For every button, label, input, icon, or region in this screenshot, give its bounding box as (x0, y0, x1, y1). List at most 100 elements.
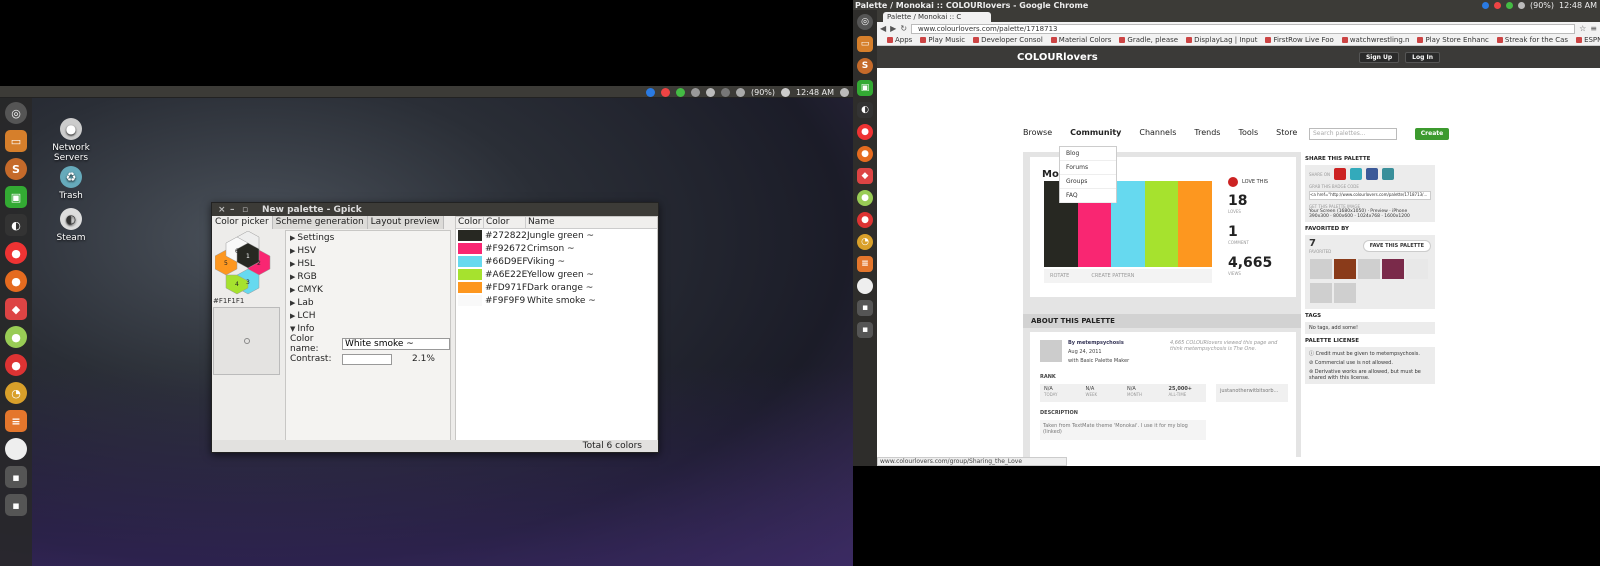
avatar[interactable] (1310, 259, 1332, 279)
stat-comments[interactable]: 1 COMMENT (1228, 224, 1288, 245)
palette-row[interactable]: #FD971F Dark orange ~ (456, 281, 657, 294)
files-icon[interactable]: ▭ (857, 36, 873, 52)
menu-item-blog[interactable]: Blog (1060, 147, 1116, 161)
site-logo[interactable]: COLOURlovers (1017, 52, 1098, 63)
android-icon[interactable]: ▣ (857, 80, 873, 96)
battery-percent[interactable]: (90%) (751, 88, 775, 97)
files-icon[interactable]: ▭ (5, 130, 27, 152)
clock-app-icon[interactable] (857, 278, 873, 294)
address-bar[interactable]: www.colourlovers.com/palette/1718713 (911, 23, 1576, 34)
tree-item-cmyk[interactable]: ▶ CMYK (290, 284, 323, 296)
chrome-icon[interactable]: ● (857, 124, 873, 140)
network-icon[interactable] (645, 87, 655, 97)
tree-item-lch[interactable]: ▶ LCH (290, 310, 315, 322)
nav-community[interactable]: Community (1070, 128, 1121, 137)
browser-tab[interactable]: Palette / Monokai :: C (883, 12, 991, 22)
avatar[interactable] (1040, 340, 1062, 362)
create-pattern-button[interactable]: CREATE PATTERN (1091, 273, 1134, 279)
nav-trends[interactable]: Trends (1194, 128, 1220, 137)
reload-icon[interactable]: ↻ (900, 24, 907, 33)
dash-icon[interactable]: ◎ (857, 14, 873, 30)
keyboard-icon[interactable] (720, 87, 730, 97)
login-button[interactable]: Log In (1405, 51, 1440, 63)
menu-item-forums[interactable]: Forums (1060, 161, 1116, 175)
bookmark-item[interactable]: Play Store Enhanc (1417, 36, 1489, 44)
firefox-icon[interactable]: ● (857, 146, 873, 162)
app-icon[interactable]: ◆ (857, 168, 873, 184)
stumbleupon-icon[interactable] (1382, 168, 1395, 180)
fave-button[interactable]: FAVE THIS PALETTE (1362, 240, 1431, 252)
menu-item-groups[interactable]: Groups (1060, 175, 1116, 189)
clock[interactable]: 12:48 AM (796, 88, 834, 97)
bookmark-item[interactable]: Material Colors (1050, 36, 1111, 44)
hangouts-icon[interactable] (1505, 1, 1513, 9)
bookmark-item[interactable]: Streak for the Cas (1496, 36, 1568, 44)
tab-color-picker[interactable]: Color picker (212, 216, 273, 229)
volume-icon[interactable] (781, 87, 791, 97)
menu-item-faq[interactable]: FAQ (1060, 189, 1116, 203)
battery-percent[interactable]: (90%) (1530, 1, 1554, 10)
palette-swatch[interactable] (1144, 181, 1179, 267)
signup-button[interactable]: Sign Up (1358, 51, 1400, 63)
chrome-icon[interactable] (660, 87, 670, 97)
chrome-icon[interactable] (1493, 1, 1501, 9)
bookmark-item[interactable]: Play Music (920, 36, 965, 44)
hangouts-icon[interactable] (675, 87, 685, 97)
steam-icon[interactable]: ◐ (5, 214, 27, 236)
palette-row[interactable]: #66D9EF Viking ~ (456, 255, 657, 268)
desktop-icon-trash[interactable]: ♻ Trash (41, 166, 101, 201)
window-titlebar[interactable]: × – ▫ New palette - Gpick (212, 203, 658, 216)
back-icon[interactable]: ◀ (880, 24, 886, 33)
search-input[interactable]: Search palettes... (1309, 128, 1397, 140)
avatar[interactable] (1382, 259, 1404, 279)
gear-icon[interactable] (840, 87, 849, 97)
clock-app-icon[interactable] (5, 438, 27, 460)
dash-icon[interactable]: ◎ (5, 102, 27, 124)
window-titlebar[interactable]: Palette / Monokai :: COLOURlovers - Goog… (853, 0, 1600, 10)
bookmark-item[interactable]: DisplayLag | Input (1186, 36, 1257, 44)
tab-layout-preview[interactable]: Layout preview (367, 216, 444, 229)
bookmark-item[interactable]: Developer Consol (973, 36, 1043, 44)
tab-scheme-generation[interactable]: Scheme generation (272, 216, 368, 229)
avatar[interactable] (1310, 283, 1332, 303)
create-button[interactable]: Create (1415, 128, 1449, 140)
android-icon[interactable]: ▣ (5, 186, 27, 208)
nav-tools[interactable]: Tools (1238, 128, 1258, 137)
badge-code-input[interactable]: <a href="http://www.colourlovers.com/pal… (1309, 191, 1431, 200)
nav-browse[interactable]: Browse (1023, 128, 1052, 137)
palette-row[interactable]: #A6E22E Yellow green ~ (456, 268, 657, 281)
palette-row[interactable]: #272822 Jungle green ~ (456, 229, 657, 242)
sublime-icon[interactable]: S (857, 58, 873, 74)
sublime-icon[interactable]: S (5, 158, 27, 180)
palette-row[interactable]: #F9F9F9 White smoke ~ (456, 294, 657, 307)
bell-icon[interactable] (690, 87, 700, 97)
chromium-icon[interactable]: ● (5, 326, 27, 348)
chrome-icon[interactable]: ● (5, 242, 27, 264)
clock[interactable]: 12:48 AM (1559, 1, 1597, 10)
rotate-button[interactable]: ROTATE (1050, 273, 1069, 279)
drive-icon[interactable]: ▪ (5, 466, 27, 488)
stack-icon[interactable]: ≡ (5, 410, 27, 432)
love-button[interactable]: LOVE THIS (1228, 177, 1288, 187)
app-icon[interactable]: ◔ (857, 234, 873, 250)
tree-item-hsl[interactable]: ▶ HSL (290, 258, 315, 270)
network-icon[interactable] (1481, 1, 1489, 9)
bookmark-item[interactable]: Gradle, please (1119, 36, 1178, 44)
bookmark-item[interactable]: Apps (887, 36, 912, 44)
star-icon[interactable]: ☆ (1579, 24, 1586, 33)
menu-icon[interactable]: ≡ (1590, 24, 1597, 33)
tags-text[interactable]: No tags, add some! (1305, 322, 1435, 334)
image-size-links[interactable]: 390x300 · 800x600 · 1024x768 · 1600x1200 (1309, 214, 1431, 219)
app-icon[interactable]: ◔ (5, 382, 27, 404)
hexagon-swatches[interactable]: 1 2 3 4 5 6 (215, 231, 281, 295)
bookmark-item[interactable]: ESPN Fantasy Bas (1576, 36, 1600, 44)
steam-icon[interactable]: ◐ (857, 102, 873, 118)
author-link[interactable]: By metempsychosis (1068, 340, 1124, 346)
tree-item-lab[interactable]: ▶ Lab (290, 297, 314, 309)
drive-icon[interactable]: ▪ (857, 322, 873, 338)
maximize-icon[interactable]: ▫ (242, 205, 248, 215)
tree-item-hsv[interactable]: ▶ HSV (290, 245, 316, 257)
stack-icon[interactable]: ≡ (857, 256, 873, 272)
minimize-icon[interactable]: – (230, 205, 236, 215)
bluetooth-icon[interactable] (735, 87, 745, 97)
